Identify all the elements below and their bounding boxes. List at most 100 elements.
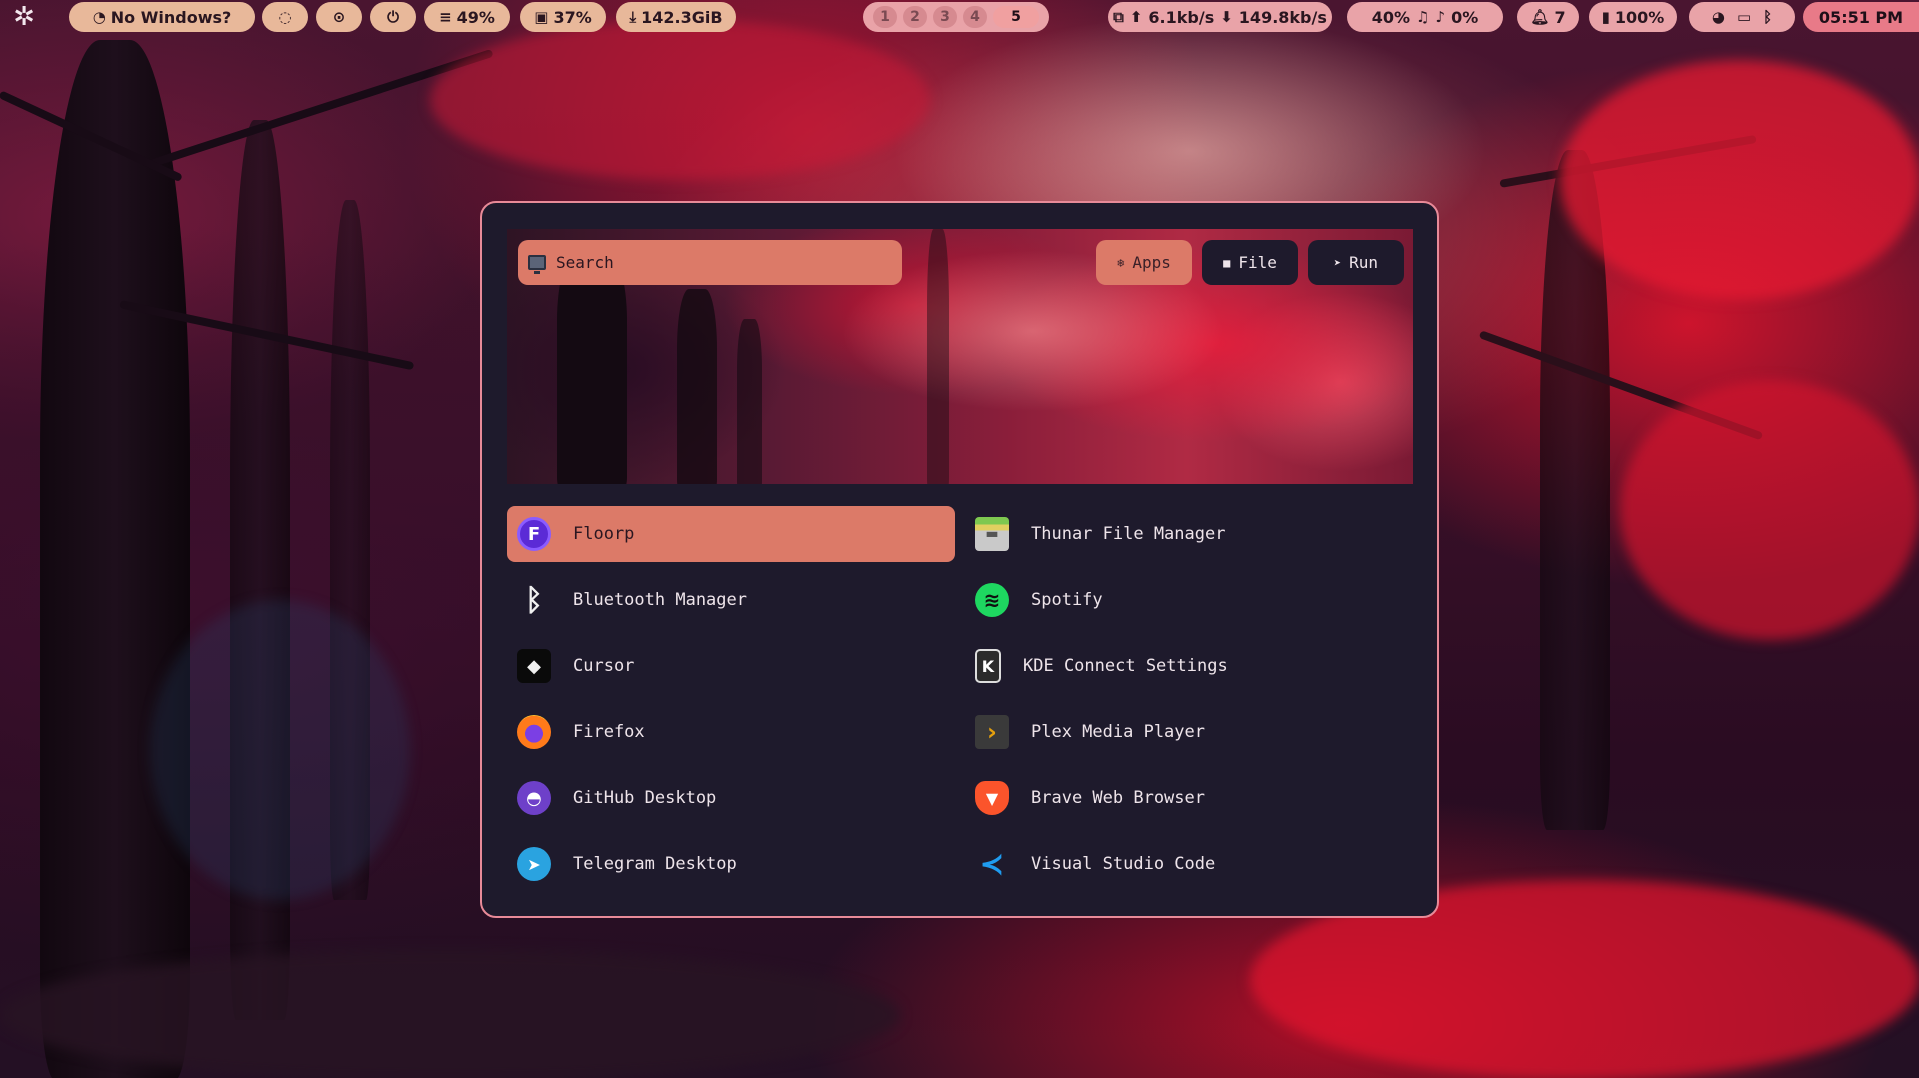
app-item-telegram[interactable]: ➤ Telegram Desktop: [507, 836, 955, 892]
app-label: Brave Web Browser: [1031, 788, 1205, 808]
battery-value: 100%: [1614, 7, 1665, 27]
notifications-count: 7: [1554, 7, 1566, 27]
tab-run[interactable]: ➤ Run: [1308, 240, 1404, 285]
tab-apps[interactable]: ❄ Apps: [1096, 240, 1192, 285]
workspace-4[interactable]: 4: [963, 6, 987, 28]
github-icon: ◓: [517, 781, 551, 815]
mic-value: 0%: [1451, 7, 1479, 27]
app-item-bluetooth-manager[interactable]: ᛒ Bluetooth Manager: [507, 572, 955, 628]
workspace-switcher: 1 2 3 4 5: [863, 2, 1049, 32]
network-down: 149.8kb/s: [1238, 7, 1327, 27]
app-label: GitHub Desktop: [573, 788, 717, 808]
brave-icon: ▼: [975, 781, 1009, 815]
eye-off-icon: ◌: [278, 7, 292, 26]
download-arrow-icon: ⬇: [1220, 7, 1233, 26]
kde-connect-icon: K: [975, 649, 1001, 683]
app-label: Thunar File Manager: [1031, 524, 1226, 544]
window-title-pill[interactable]: ◔ No Windows?: [69, 2, 255, 32]
telegram-icon: ➤: [517, 847, 551, 881]
workspace-2[interactable]: 2: [903, 6, 927, 28]
app-label: Cursor: [573, 656, 635, 676]
app-label: Telegram Desktop: [573, 854, 737, 874]
app-label: Floorp: [573, 524, 635, 544]
cpu-icon: ▣: [534, 7, 549, 26]
idle-inhibit-button[interactable]: ◌: [262, 2, 308, 32]
apps-icon: ❄: [1117, 255, 1125, 270]
floorp-icon: F: [517, 517, 551, 551]
workspace-5[interactable]: 5: [993, 6, 1039, 28]
app-item-spotify[interactable]: ≋ Spotify: [965, 572, 1413, 628]
app-label: Firefox: [573, 722, 645, 742]
app-item-brave[interactable]: ▼ Brave Web Browser: [965, 770, 1413, 826]
tab-apps-label: Apps: [1132, 253, 1171, 272]
notifications-indicator[interactable]: 🔔︎ 7: [1517, 2, 1579, 32]
search-input[interactable]: [556, 253, 902, 272]
app-item-thunar[interactable]: ▬ Thunar File Manager: [965, 506, 1413, 562]
workspace-3[interactable]: 3: [933, 6, 957, 28]
window-title: No Windows?: [110, 7, 232, 27]
cpu-value: 37%: [553, 7, 592, 27]
tab-file-label: File: [1238, 253, 1277, 272]
memory-value: 49%: [456, 7, 495, 27]
spotify-icon: ≋: [975, 583, 1009, 617]
vscode-icon: ≺: [979, 846, 1005, 882]
clock[interactable]: 05:51 PM: [1803, 2, 1919, 32]
thunar-icon: ▬: [975, 517, 1009, 551]
database-icon: ≡: [439, 7, 452, 26]
app-label: Spotify: [1031, 590, 1103, 610]
app-item-kde-connect[interactable]: K KDE Connect Settings: [965, 638, 1413, 694]
cpu-indicator[interactable]: ▣ 37%: [520, 2, 606, 32]
search-bar: [518, 240, 902, 285]
disk-value: 142.3GiB: [641, 7, 723, 27]
power-icon: ⏻: [387, 7, 399, 26]
app-label: Plex Media Player: [1031, 722, 1205, 742]
tab-file[interactable]: ■ File: [1202, 240, 1298, 285]
app-item-floorp[interactable]: F Floorp: [507, 506, 955, 562]
memory-indicator[interactable]: ≡ 49%: [424, 2, 510, 32]
app-item-github-desktop[interactable]: ◓ GitHub Desktop: [507, 770, 955, 826]
headphones-icon: ♫: [1416, 7, 1430, 26]
gear-flower-icon[interactable]: ✲: [10, 2, 38, 32]
bluetooth-icon: ᛒ: [525, 582, 543, 618]
bluetooth-icon[interactable]: ᛒ: [1763, 9, 1772, 25]
audio-indicator[interactable]: 40% ♫ ♪ 0%: [1347, 2, 1503, 32]
network-indicator[interactable]: ⧉ ⬆ 6.1kb/s ⬇ 149.8kb/s: [1108, 2, 1332, 32]
monitor-icon[interactable]: ▭: [1737, 9, 1751, 25]
microphone-icon: ♪: [1435, 7, 1446, 26]
app-item-vscode[interactable]: ≺ Visual Studio Code: [965, 836, 1413, 892]
top-bar: ✲ ◔ No Windows? ◌ ⊙ ⏻ ≡ 49% ▣ 37% ⤓ 142.…: [0, 0, 1919, 34]
firefox-icon: [517, 715, 551, 749]
pacman-icon: ◔: [92, 7, 106, 26]
launcher-banner: ❄ Apps ■ File ➤ Run: [507, 229, 1413, 484]
app-launcher: ❄ Apps ■ File ➤ Run F Floorp ▬ Thunar Fi…: [480, 201, 1439, 918]
bell-icon: 🔔︎: [1530, 7, 1550, 26]
screenshot-button[interactable]: ⊙: [316, 2, 362, 32]
upload-arrow-icon: ⬆: [1129, 7, 1143, 26]
system-tray: ◕ ▭ ᛒ: [1689, 2, 1795, 32]
discord-icon[interactable]: ◕: [1712, 9, 1725, 25]
network-icon: ⧉: [1113, 7, 1124, 26]
app-label: KDE Connect Settings: [1023, 656, 1228, 676]
plex-icon: ›: [975, 715, 1009, 749]
tab-run-label: Run: [1349, 253, 1379, 272]
app-item-cursor[interactable]: ◆ Cursor: [507, 638, 955, 694]
app-list: F Floorp ▬ Thunar File Manager ᛒ Bluetoo…: [507, 506, 1423, 892]
battery-indicator[interactable]: ▮ 100%: [1589, 2, 1677, 32]
battery-icon: ▮: [1601, 7, 1610, 26]
monitor-icon: [528, 255, 546, 274]
app-label: Visual Studio Code: [1031, 854, 1216, 874]
download-icon: ⤓: [629, 7, 637, 26]
clock-time: 05:51 PM: [1818, 7, 1904, 27]
rocket-icon: ➤: [1333, 255, 1342, 270]
power-button[interactable]: ⏻: [370, 2, 416, 32]
screenshot-icon: ⊙: [332, 7, 346, 26]
workspace-1[interactable]: 1: [873, 6, 897, 28]
app-label: Bluetooth Manager: [573, 590, 747, 610]
disk-indicator[interactable]: ⤓ 142.3GiB: [616, 2, 736, 32]
network-up: 6.1kb/s: [1148, 7, 1215, 27]
app-item-firefox[interactable]: Firefox: [507, 704, 955, 760]
volume-value: 40%: [1371, 7, 1411, 27]
folder-icon: ■: [1223, 255, 1231, 270]
cursor-icon: ◆: [517, 649, 551, 683]
app-item-plex[interactable]: › Plex Media Player: [965, 704, 1413, 760]
